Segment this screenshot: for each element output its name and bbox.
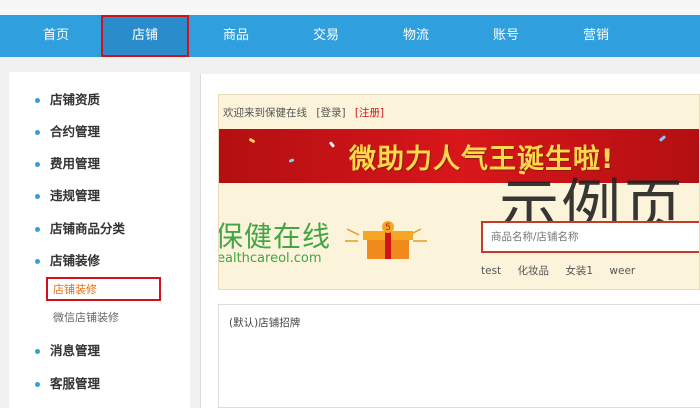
hot-word-link[interactable]: weer xyxy=(609,265,635,277)
store-signboard-section[interactable]: (默认)店铺招牌 xyxy=(218,304,700,408)
nav-item-account[interactable]: 账号 xyxy=(470,15,542,57)
main-nav: 首页 店铺 商品 交易 物流 账号 营销 xyxy=(0,15,700,57)
gift-box-icon: 5 xyxy=(345,221,427,259)
hot-search-words: test 化妆品 女装1 weer xyxy=(481,263,648,278)
sidebar-item-qualification[interactable]: 店铺资质 xyxy=(9,89,190,111)
sidebar-item-label: 店铺商品分类 xyxy=(50,221,126,236)
bullet-icon xyxy=(35,227,40,232)
sidebar-item-decoration[interactable]: 店铺装修 xyxy=(9,250,190,272)
search-input[interactable]: 商品名称/店铺名称 xyxy=(481,221,699,253)
sidebar-item-label: 合约管理 xyxy=(50,124,101,139)
bullet-icon xyxy=(35,382,40,387)
store-header-preview[interactable]: 欢迎来到保健在线 [登录] [注册] 微助力人气王诞生啦! 保健在线 ealth… xyxy=(218,94,700,290)
nav-item-shop[interactable]: 店铺 xyxy=(101,15,189,57)
bullet-icon xyxy=(35,349,40,354)
section-title: (默认)店铺招牌 xyxy=(229,317,301,329)
welcome-bar: 欢迎来到保健在线 [登录] [注册] xyxy=(223,105,384,120)
nav-item-goods[interactable]: 商品 xyxy=(200,15,272,57)
welcome-text: 欢迎来到保健在线 xyxy=(223,107,307,119)
sidebar-item-messages[interactable]: 消息管理 xyxy=(9,340,190,362)
login-link[interactable]: [登录] xyxy=(316,107,345,119)
sidebar-item-fees[interactable]: 费用管理 xyxy=(9,153,190,175)
bullet-icon xyxy=(35,98,40,103)
sidebar-item-label: 店铺资质 xyxy=(50,92,101,107)
hot-word-link[interactable]: 化妆品 xyxy=(518,265,550,277)
sidebar-item-contract[interactable]: 合约管理 xyxy=(9,121,190,143)
sidebar-item-label: 店铺装修 xyxy=(50,253,101,268)
nav-item-logistics[interactable]: 物流 xyxy=(380,15,452,57)
bullet-icon xyxy=(35,259,40,264)
sidebar-item-label: 客服管理 xyxy=(50,376,101,391)
nav-item-trade[interactable]: 交易 xyxy=(290,15,362,57)
confetti-decoration xyxy=(328,141,336,148)
sidebar-item-label: 消息管理 xyxy=(50,343,101,358)
sidebar-item-label: 费用管理 xyxy=(50,156,101,171)
confetti-decoration xyxy=(288,158,295,163)
sidebar: 店铺资质 合约管理 费用管理 违规管理 店铺商品分类 店铺装修 店铺装修 微信店… xyxy=(9,72,190,408)
bullet-icon xyxy=(35,130,40,135)
svg-text:5: 5 xyxy=(385,223,391,233)
logo-text-cn: 保健在线 xyxy=(218,220,332,253)
sidebar-item-label: 违规管理 xyxy=(50,188,101,203)
hot-word-link[interactable]: 女装1 xyxy=(565,265,593,277)
nav-item-marketing[interactable]: 营销 xyxy=(560,15,632,57)
sidebar-item-customer-service[interactable]: 客服管理 xyxy=(9,373,190,395)
bullet-icon xyxy=(35,162,40,167)
sub-item-wechat-decoration[interactable]: 微信店铺装修 xyxy=(46,305,161,329)
register-link[interactable]: [注册] xyxy=(355,107,384,119)
top-strip xyxy=(0,0,700,15)
sidebar-item-categories[interactable]: 店铺商品分类 xyxy=(9,218,190,240)
bullet-icon xyxy=(35,194,40,199)
logo-text-en: ealthcareol.com xyxy=(218,251,322,266)
confetti-decoration xyxy=(248,137,256,144)
nav-item-home[interactable]: 首页 xyxy=(20,15,92,57)
confetti-decoration xyxy=(658,135,667,142)
sidebar-item-violations[interactable]: 违规管理 xyxy=(9,185,190,207)
sub-item-shop-decoration[interactable]: 店铺装修 xyxy=(46,277,161,301)
hot-word-link[interactable]: test xyxy=(481,265,501,277)
